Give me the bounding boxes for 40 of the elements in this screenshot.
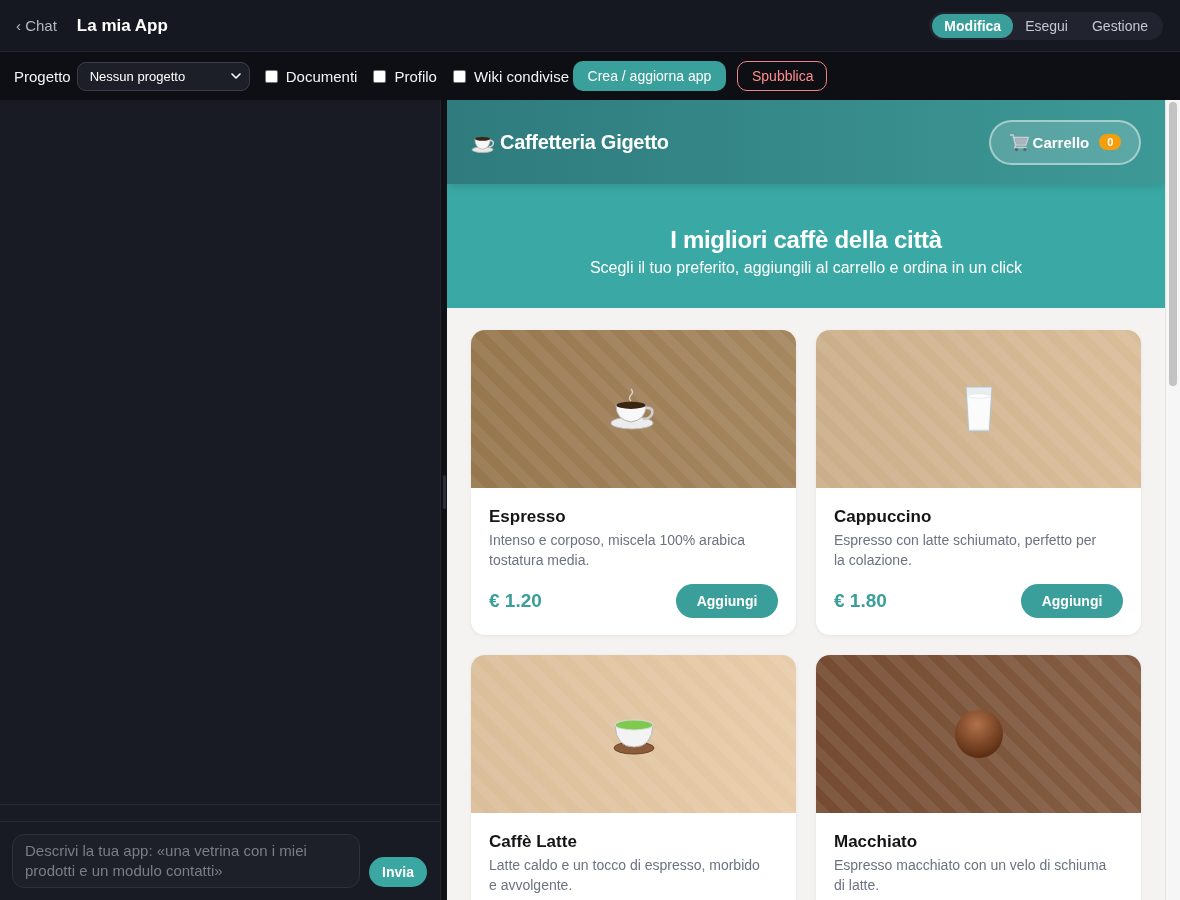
resize-handle[interactable]	[442, 475, 446, 509]
cart-count-badge: 0	[1099, 134, 1122, 150]
build-app-button[interactable]: Crea / aggiorna app	[573, 61, 726, 91]
shopping-cart-icon	[1008, 132, 1029, 152]
checkbox[interactable]	[452, 69, 466, 83]
product-name: Espresso	[489, 506, 567, 528]
message-input[interactable]: Descrivi la tua app: «una vetrina con i miei prodotti e un modulo contatti»	[12, 834, 360, 888]
product-name: Cappuccino	[834, 506, 933, 528]
mode-tab[interactable]: Esegui	[1013, 13, 1080, 38]
send-button[interactable]: Invia	[369, 857, 427, 887]
product-price: € 1.80	[834, 590, 887, 612]
mode-tab[interactable]: Modifica	[932, 13, 1014, 38]
back-link[interactable]: ‹ Chat	[16, 17, 57, 34]
checkbox-label: Profilo	[394, 67, 437, 85]
hero-title: I migliori caffè della città	[669, 226, 944, 254]
project-dropdown[interactable]: Nessun progetto	[76, 61, 250, 91]
checkbox-label: Documenti	[285, 67, 358, 85]
project-label: Progetto	[14, 67, 71, 85]
chevron-down-icon	[230, 73, 241, 79]
add-to-cart-button[interactable]: Aggiungi	[676, 584, 778, 618]
app-title: La mia App	[76, 15, 168, 36]
checkbox[interactable]	[264, 69, 278, 83]
mode-tab[interactable]: Gestione	[1079, 13, 1160, 38]
scrollbar-thumb[interactable]	[1169, 102, 1177, 386]
product-price: € 1.20	[489, 590, 542, 612]
product-name: Macchiato	[834, 831, 919, 853]
add-to-cart-button[interactable]: Aggiungi	[1021, 584, 1123, 618]
checkbox-label: Wiki condivise	[473, 67, 569, 85]
unpublish-button[interactable]: Spubblica	[737, 61, 827, 91]
glass-icon	[963, 385, 994, 433]
sphere-icon	[953, 709, 1004, 759]
hero-subtitle: Scegli il tuo preferito, aggiungili al carrello e ordina in un click	[588, 258, 1024, 278]
checkbox[interactable]	[373, 69, 387, 83]
brand-name: Caffetteria Gigetto	[500, 130, 669, 154]
product-description: Latte caldo e un tocco di espresso, morbido e avvolgente.	[489, 856, 761, 895]
product-description: Intenso e corposo, miscela 100% arabica tostatura media.	[489, 531, 747, 570]
cart-button[interactable]: Carrello 0	[989, 119, 1141, 165]
product-description: Espresso con latte schiumato, perfetto per la colazione.	[834, 531, 1098, 570]
product-name: Caffè Latte	[489, 831, 578, 853]
product-description: Espresso macchiato con un velo di schiuma di latte.	[834, 856, 1108, 895]
